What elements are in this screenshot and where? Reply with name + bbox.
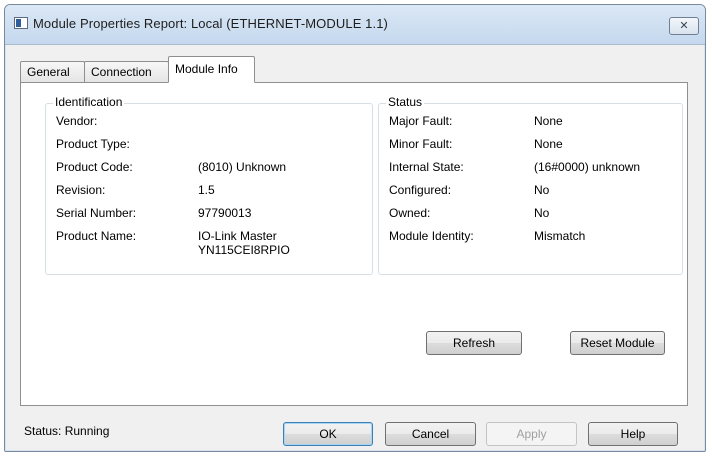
- close-icon: ✕: [679, 20, 689, 32]
- status-group: Status Major Fault: None Minor Fault: No…: [378, 95, 683, 275]
- tab-panel-module-info: Identification Vendor: Product Type: Pro…: [20, 82, 688, 406]
- product-type-label: Product Type:: [56, 137, 130, 151]
- product-code-label: Product Code:: [56, 160, 133, 174]
- minor-fault-value: None: [534, 137, 563, 151]
- tab-module-info[interactable]: Module Info: [168, 56, 255, 83]
- reset-module-button[interactable]: Reset Module: [570, 331, 665, 355]
- connection-status-text: Status: Running: [24, 424, 110, 438]
- revision-label: Revision:: [56, 183, 106, 197]
- app-window-icon: [14, 17, 28, 29]
- status-group-title: Status: [386, 95, 425, 109]
- product-code-value: (8010) Unknown: [198, 160, 287, 174]
- tab-connection[interactable]: Connection: [84, 61, 169, 83]
- tab-general[interactable]: General: [20, 61, 85, 83]
- major-fault-value: None: [534, 114, 563, 128]
- module-identity-label: Module Identity:: [389, 229, 474, 243]
- serial-number-value: 97790013: [198, 206, 252, 220]
- owned-label: Owned:: [389, 206, 431, 220]
- minor-fault-label: Minor Fault:: [389, 137, 453, 151]
- configured-label: Configured:: [389, 183, 452, 197]
- identification-group: Identification Vendor: Product Type: Pro…: [45, 95, 373, 275]
- serial-number-label: Serial Number:: [56, 206, 137, 220]
- owned-value: No: [534, 206, 550, 220]
- help-button[interactable]: Help: [588, 422, 678, 446]
- product-name-value-line2: YN115CEI8RPIO: [198, 243, 290, 257]
- window-title: Module Properties Report: Local (ETHERNE…: [33, 16, 388, 31]
- product-name-label: Product Name:: [56, 229, 137, 243]
- module-identity-value: Mismatch: [534, 229, 586, 243]
- identification-group-title: Identification: [53, 95, 125, 109]
- apply-button[interactable]: Apply: [486, 422, 577, 446]
- revision-value: 1.5: [198, 183, 215, 197]
- internal-state-value: (16#0000) unknown: [534, 160, 641, 174]
- close-button[interactable]: ✕: [669, 17, 699, 35]
- cancel-button[interactable]: Cancel: [385, 422, 476, 446]
- major-fault-label: Major Fault:: [389, 114, 453, 128]
- title-bar[interactable]: Module Properties Report: Local (ETHERNE…: [5, 5, 705, 45]
- internal-state-label: Internal State:: [389, 160, 464, 174]
- vendor-label: Vendor:: [56, 114, 98, 128]
- refresh-button[interactable]: Refresh: [426, 331, 522, 355]
- configured-value: No: [534, 183, 550, 197]
- ok-button[interactable]: OK: [283, 422, 373, 446]
